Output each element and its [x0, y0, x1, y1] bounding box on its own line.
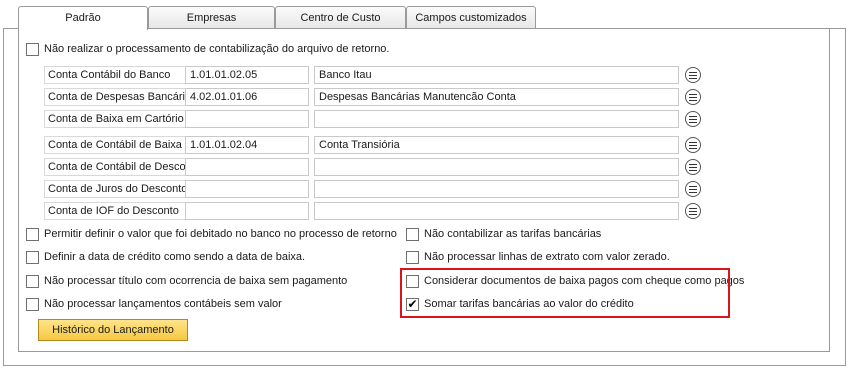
- account-label-baixa: Conta de Contábil de Baixa: [44, 136, 201, 154]
- account-label-despesas: Conta de Despesas Bancárias: [44, 88, 201, 106]
- credit-date-as-baixa-checkbox[interactable]: [26, 251, 39, 264]
- skip-zero-statement-lines-label: Não processar linhas de extrato com valo…: [424, 251, 670, 263]
- account-label-desconto: Conta de Contábil de Desconto: [44, 158, 201, 176]
- list-lookup-icon[interactable]: [685, 137, 701, 153]
- account-desc-cartorio[interactable]: [314, 110, 679, 128]
- allow-debit-value-label: Permitir definir o valor que foi debitad…: [44, 228, 397, 240]
- skip-zero-entries-label: Não processar lançamentos contábeis sem …: [44, 298, 282, 310]
- account-code-desconto[interactable]: [185, 158, 309, 176]
- tab-centro-de-custo[interactable]: Centro de Custo: [275, 6, 406, 29]
- no-accounting-processing-checkbox[interactable]: [26, 43, 39, 56]
- account-code-iof[interactable]: [185, 202, 309, 220]
- no-accounting-processing-label: Não realizar o processamento de contabil…: [44, 43, 390, 55]
- account-desc-banco[interactable]: Banco Itau: [314, 66, 679, 84]
- tab-campos-customizados[interactable]: Campos customizados: [406, 6, 536, 29]
- allow-debit-value-checkbox[interactable]: [26, 228, 39, 241]
- account-label-cartorio: Conta de Baixa em Cartório: [44, 110, 201, 128]
- account-label-iof: Conta de IOF do Desconto: [44, 202, 201, 220]
- skip-title-no-payment-label: Não processar título com ocorrencia de b…: [44, 275, 348, 287]
- account-desc-juros[interactable]: [314, 180, 679, 198]
- list-lookup-icon[interactable]: [685, 67, 701, 83]
- account-desc-desconto[interactable]: [314, 158, 679, 176]
- account-code-banco[interactable]: 1.01.01.02.05: [185, 66, 309, 84]
- no-bank-fees-accounting-label: Não contabilizar as tarifas bancárias: [424, 228, 602, 240]
- tab-padrao[interactable]: Padrão: [18, 6, 148, 30]
- no-bank-fees-accounting-checkbox[interactable]: [406, 228, 419, 241]
- account-code-despesas[interactable]: 4.02.01.01.06: [185, 88, 309, 106]
- list-lookup-icon[interactable]: [685, 203, 701, 219]
- tab-empresas[interactable]: Empresas: [148, 6, 275, 29]
- historico-lancamento-button[interactable]: Histórico do Lançamento: [38, 319, 188, 341]
- account-code-cartorio[interactable]: [185, 110, 309, 128]
- account-label-banco: Conta Contábil do Banco: [44, 66, 201, 84]
- account-desc-baixa[interactable]: Conta Transiória: [314, 136, 679, 154]
- account-code-juros[interactable]: [185, 180, 309, 198]
- list-lookup-icon[interactable]: [685, 111, 701, 127]
- credit-date-as-baixa-label: Definir a data de crédito como sendo a d…: [44, 251, 306, 263]
- account-label-juros: Conta de Juros do Desconto: [44, 180, 201, 198]
- account-code-baixa[interactable]: 1.01.01.02.04: [185, 136, 309, 154]
- list-lookup-icon[interactable]: [685, 89, 701, 105]
- list-lookup-icon[interactable]: [685, 181, 701, 197]
- skip-zero-statement-lines-checkbox[interactable]: [406, 251, 419, 264]
- list-lookup-icon[interactable]: [685, 159, 701, 175]
- highlight-box: [400, 268, 730, 318]
- skip-zero-entries-checkbox[interactable]: [26, 298, 39, 311]
- account-desc-iof[interactable]: [314, 202, 679, 220]
- skip-title-no-payment-checkbox[interactable]: [26, 275, 39, 288]
- account-desc-despesas[interactable]: Despesas Bancárias Manutencão Conta: [314, 88, 679, 106]
